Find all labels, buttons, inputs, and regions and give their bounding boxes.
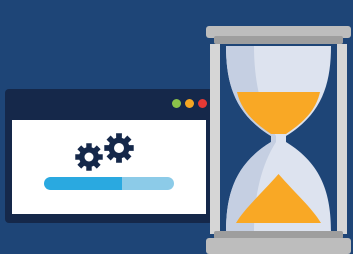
gear-hole bbox=[114, 143, 124, 153]
hourglass-top-cap bbox=[206, 26, 351, 44]
gear-icon bbox=[75, 143, 103, 171]
illustration-scene bbox=[0, 0, 353, 254]
hourglass-bottom-cap bbox=[206, 231, 351, 254]
gear-icon bbox=[104, 133, 134, 163]
window-content bbox=[12, 120, 206, 214]
browser-window bbox=[5, 89, 213, 223]
gears-group bbox=[75, 133, 134, 171]
hourglass-sand-top bbox=[237, 92, 320, 134]
window-titlebar bbox=[5, 89, 213, 119]
progress-bar-fill bbox=[44, 177, 122, 190]
gear-hole bbox=[84, 152, 94, 162]
hourglass-right-post bbox=[337, 44, 347, 234]
orange-dot-icon bbox=[185, 99, 194, 108]
hourglass-left-post bbox=[210, 44, 220, 234]
hourglass-icon bbox=[206, 26, 351, 254]
progress-bar bbox=[44, 177, 174, 190]
window-controls bbox=[172, 99, 207, 108]
green-dot-icon bbox=[172, 99, 181, 108]
